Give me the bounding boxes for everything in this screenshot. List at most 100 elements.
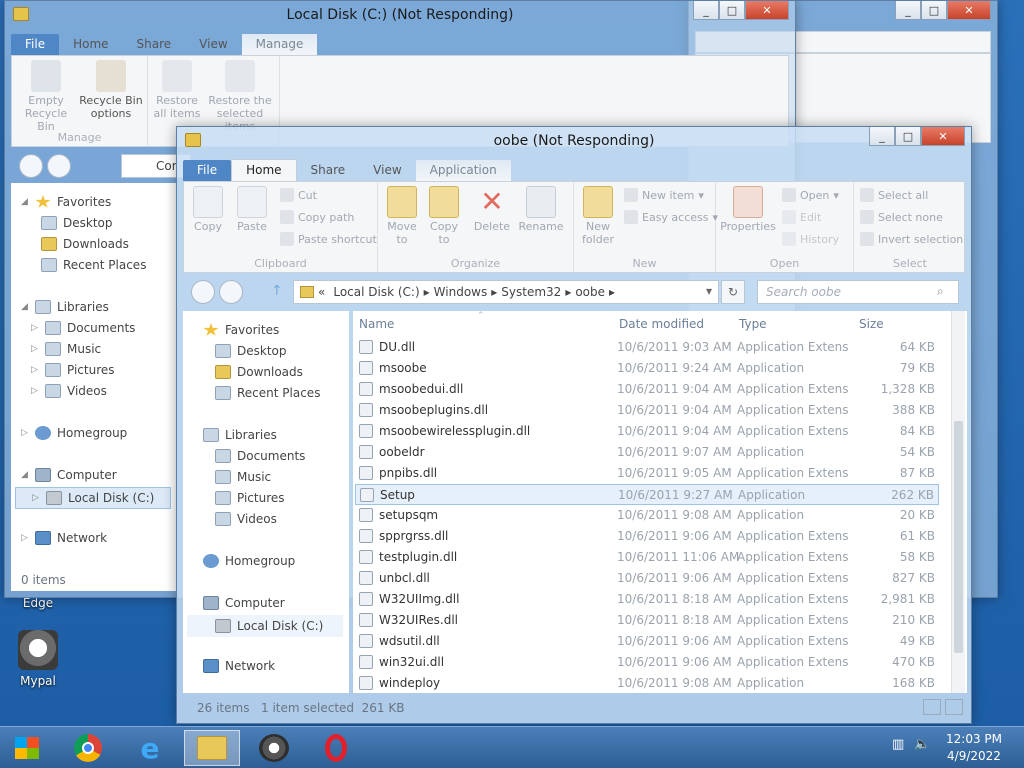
network-status-icon[interactable]: ▥ <box>892 737 904 752</box>
column-header-type[interactable]: Type <box>739 311 767 335</box>
address-input[interactable]: « Local Disk (C:) ▸ Windows ▸ System32 ▸ oo… <box>293 280 719 304</box>
file-row[interactable]: unbcl.dll 10/6/2011 9:06 AM Application Ex… <box>355 568 939 589</box>
file-row[interactable]: setupsqm 10/6/2011 9:08 AM Application 20 K… <box>355 505 939 526</box>
nav-computer[interactable]: ◢ Computer <box>21 468 117 482</box>
desktop-icon-edge[interactable]: Edge <box>6 596 70 610</box>
taskbar-internet-explorer[interactable]: e <box>122 730 178 766</box>
nav-favorites[interactable]: ◢ Favorites <box>21 195 111 209</box>
tab-home[interactable]: Home <box>59 34 122 55</box>
vertical-scrollbar[interactable] <box>951 311 965 693</box>
nav-libraries[interactable]: Libraries <box>203 428 277 442</box>
taskbar-file-explorer[interactable] <box>184 730 240 766</box>
refresh-button[interactable]: ↻ <box>721 280 745 304</box>
tab-view[interactable]: View <box>185 34 241 55</box>
maximize-button[interactable]: □ <box>895 127 921 146</box>
nav-music[interactable]: ▷ Music <box>31 342 101 356</box>
nav-videos[interactable]: Videos <box>215 512 277 526</box>
copy-to-button[interactable]: Copy to <box>424 186 464 246</box>
invert-selection-button[interactable]: Invert selection <box>860 232 963 246</box>
file-row[interactable]: oobeldr 10/6/2011 9:07 AM Application 54 KB <box>355 442 939 463</box>
new-item-button[interactable]: New item ▾ <box>624 188 704 202</box>
taskbar-opera[interactable] <box>308 730 364 766</box>
new-folder-button[interactable]: New folder <box>578 186 618 246</box>
back-button[interactable] <box>191 280 215 304</box>
column-header-name[interactable]: Name <box>359 311 394 335</box>
breadcrumb-local-disk[interactable]: Local Disk (C:) <box>333 285 419 299</box>
minimize-button[interactable]: _ <box>693 1 719 20</box>
delete-button[interactable]: ✕ Delete <box>470 186 514 234</box>
titlebar[interactable]: Local Disk (C:) (Not Responding) _ □ ✕ <box>5 1 795 31</box>
minimize-button[interactable]: _ <box>895 1 921 20</box>
close-button[interactable]: ✕ <box>921 127 965 146</box>
taskbar-chrome[interactable] <box>60 730 116 766</box>
breadcrumb-system32[interactable]: System32 <box>501 285 561 299</box>
tab-share[interactable]: Share <box>297 160 360 181</box>
forward-button[interactable] <box>47 154 71 178</box>
tab-application[interactable]: Application <box>415 160 511 181</box>
tab-view[interactable]: View <box>359 160 415 181</box>
column-header-date[interactable]: Date modified <box>619 311 704 335</box>
nav-documents[interactable]: ▷ Documents <box>31 321 135 335</box>
select-none-button[interactable]: Select none <box>860 210 943 224</box>
tab-file[interactable]: File <box>183 160 232 181</box>
nav-computer[interactable]: Computer <box>203 596 285 610</box>
copy-path-button[interactable]: Copy path <box>280 210 354 224</box>
nav-network[interactable]: ▷ Network <box>21 531 107 545</box>
taskbar-mypal[interactable] <box>246 730 302 766</box>
nav-videos[interactable]: ▷ Videos <box>31 384 107 398</box>
file-row[interactable]: windeploy 10/6/2011 9:08 AM Application 168… <box>355 673 939 694</box>
forward-button[interactable] <box>219 280 243 304</box>
move-to-button[interactable]: Move to <box>382 186 422 246</box>
file-row[interactable]: pnpibs.dll 10/6/2011 9:05 AM Application E… <box>355 463 939 484</box>
desktop-icon-mypal[interactable]: Mypal <box>6 630 70 688</box>
tab-file[interactable]: File <box>11 34 60 55</box>
copy-button[interactable]: Copy <box>190 186 226 233</box>
tab-manage[interactable]: Manage <box>241 34 318 55</box>
file-row[interactable]: msoobeplugins.dll 10/6/2011 9:04 AM Applic… <box>355 400 939 421</box>
nav-desktop[interactable]: Desktop <box>41 216 113 230</box>
paste-button[interactable]: Paste <box>232 186 272 233</box>
up-arrow-icon[interactable]: ↑ <box>271 283 283 299</box>
file-row[interactable]: testplugin.dll 10/6/2011 11:06 AM Applicat… <box>355 547 939 568</box>
restore-selected-button[interactable]: Restore the selected items <box>204 60 276 133</box>
select-all-button[interactable]: Select all <box>860 188 928 202</box>
nav-downloads[interactable]: Downloads <box>41 237 129 251</box>
nav-homegroup[interactable]: ▷ Homegroup <box>21 426 127 440</box>
nav-documents[interactable]: Documents <box>215 449 305 463</box>
search-input[interactable]: Search oobe <box>757 280 959 304</box>
breadcrumb-windows[interactable]: Windows <box>434 285 488 299</box>
nav-pictures[interactable]: ▷ Pictures <box>31 363 115 377</box>
nav-libraries[interactable]: ◢ Libraries <box>21 300 109 314</box>
maximize-button[interactable]: □ <box>921 1 947 20</box>
column-header-size[interactable]: Size <box>859 311 884 335</box>
empty-recycle-bin-button[interactable]: Empty Recycle Bin <box>16 60 76 133</box>
file-row[interactable]: win32ui.dll 10/6/2011 9:06 AM Application … <box>355 652 939 673</box>
nav-local-disk[interactable]: Local Disk (C:) <box>187 615 343 637</box>
clock[interactable]: 12:03 PM 4/9/2022 <box>946 731 1002 765</box>
file-row[interactable]: wdsutil.dll 10/6/2011 9:06 AM Application … <box>355 631 939 652</box>
close-button[interactable]: ✕ <box>947 1 991 20</box>
easy-access-button[interactable]: Easy access ▾ <box>624 210 718 224</box>
nav-homegroup[interactable]: Homegroup <box>203 554 295 568</box>
window-oobe[interactable]: oobe (Not Responding) _ □ ✕ File Home Sh… <box>176 126 972 724</box>
file-row[interactable]: Setup 10/6/2011 9:27 AM Application 262 KB <box>355 484 939 505</box>
file-row[interactable]: W32UIImg.dll 10/6/2011 8:18 AM Application… <box>355 589 939 610</box>
recycle-bin-options-button[interactable]: Recycle Bin options <box>78 60 144 120</box>
nav-music[interactable]: Music <box>215 470 271 484</box>
file-row[interactable]: DU.dll 10/6/2011 9:03 AM Application Exten… <box>355 337 939 358</box>
file-row[interactable]: msoobewirelessplugin.dll 10/6/2011 9:04 A… <box>355 421 939 442</box>
minimize-button[interactable]: _ <box>869 127 895 146</box>
large-icons-view-icon[interactable] <box>945 699 963 715</box>
nav-recent-places[interactable]: Recent Places <box>41 258 146 272</box>
restore-all-button[interactable]: Restore all items <box>152 60 202 120</box>
nav-downloads[interactable]: Downloads <box>215 365 303 379</box>
paste-shortcut-button[interactable]: Paste shortcut <box>280 232 377 246</box>
breadcrumb-oobe[interactable]: oobe <box>575 285 605 299</box>
breadcrumb-overflow[interactable]: « <box>318 285 325 299</box>
edit-button[interactable]: Edit <box>782 210 821 224</box>
history-button[interactable]: History <box>782 232 839 246</box>
file-row[interactable]: W32UIRes.dll 10/6/2011 8:18 AM Application… <box>355 610 939 631</box>
nav-pictures[interactable]: Pictures <box>215 491 285 505</box>
file-row[interactable]: msoobedui.dll 10/6/2011 9:04 AM Applicatio… <box>355 379 939 400</box>
cut-button[interactable]: Cut <box>280 188 317 202</box>
